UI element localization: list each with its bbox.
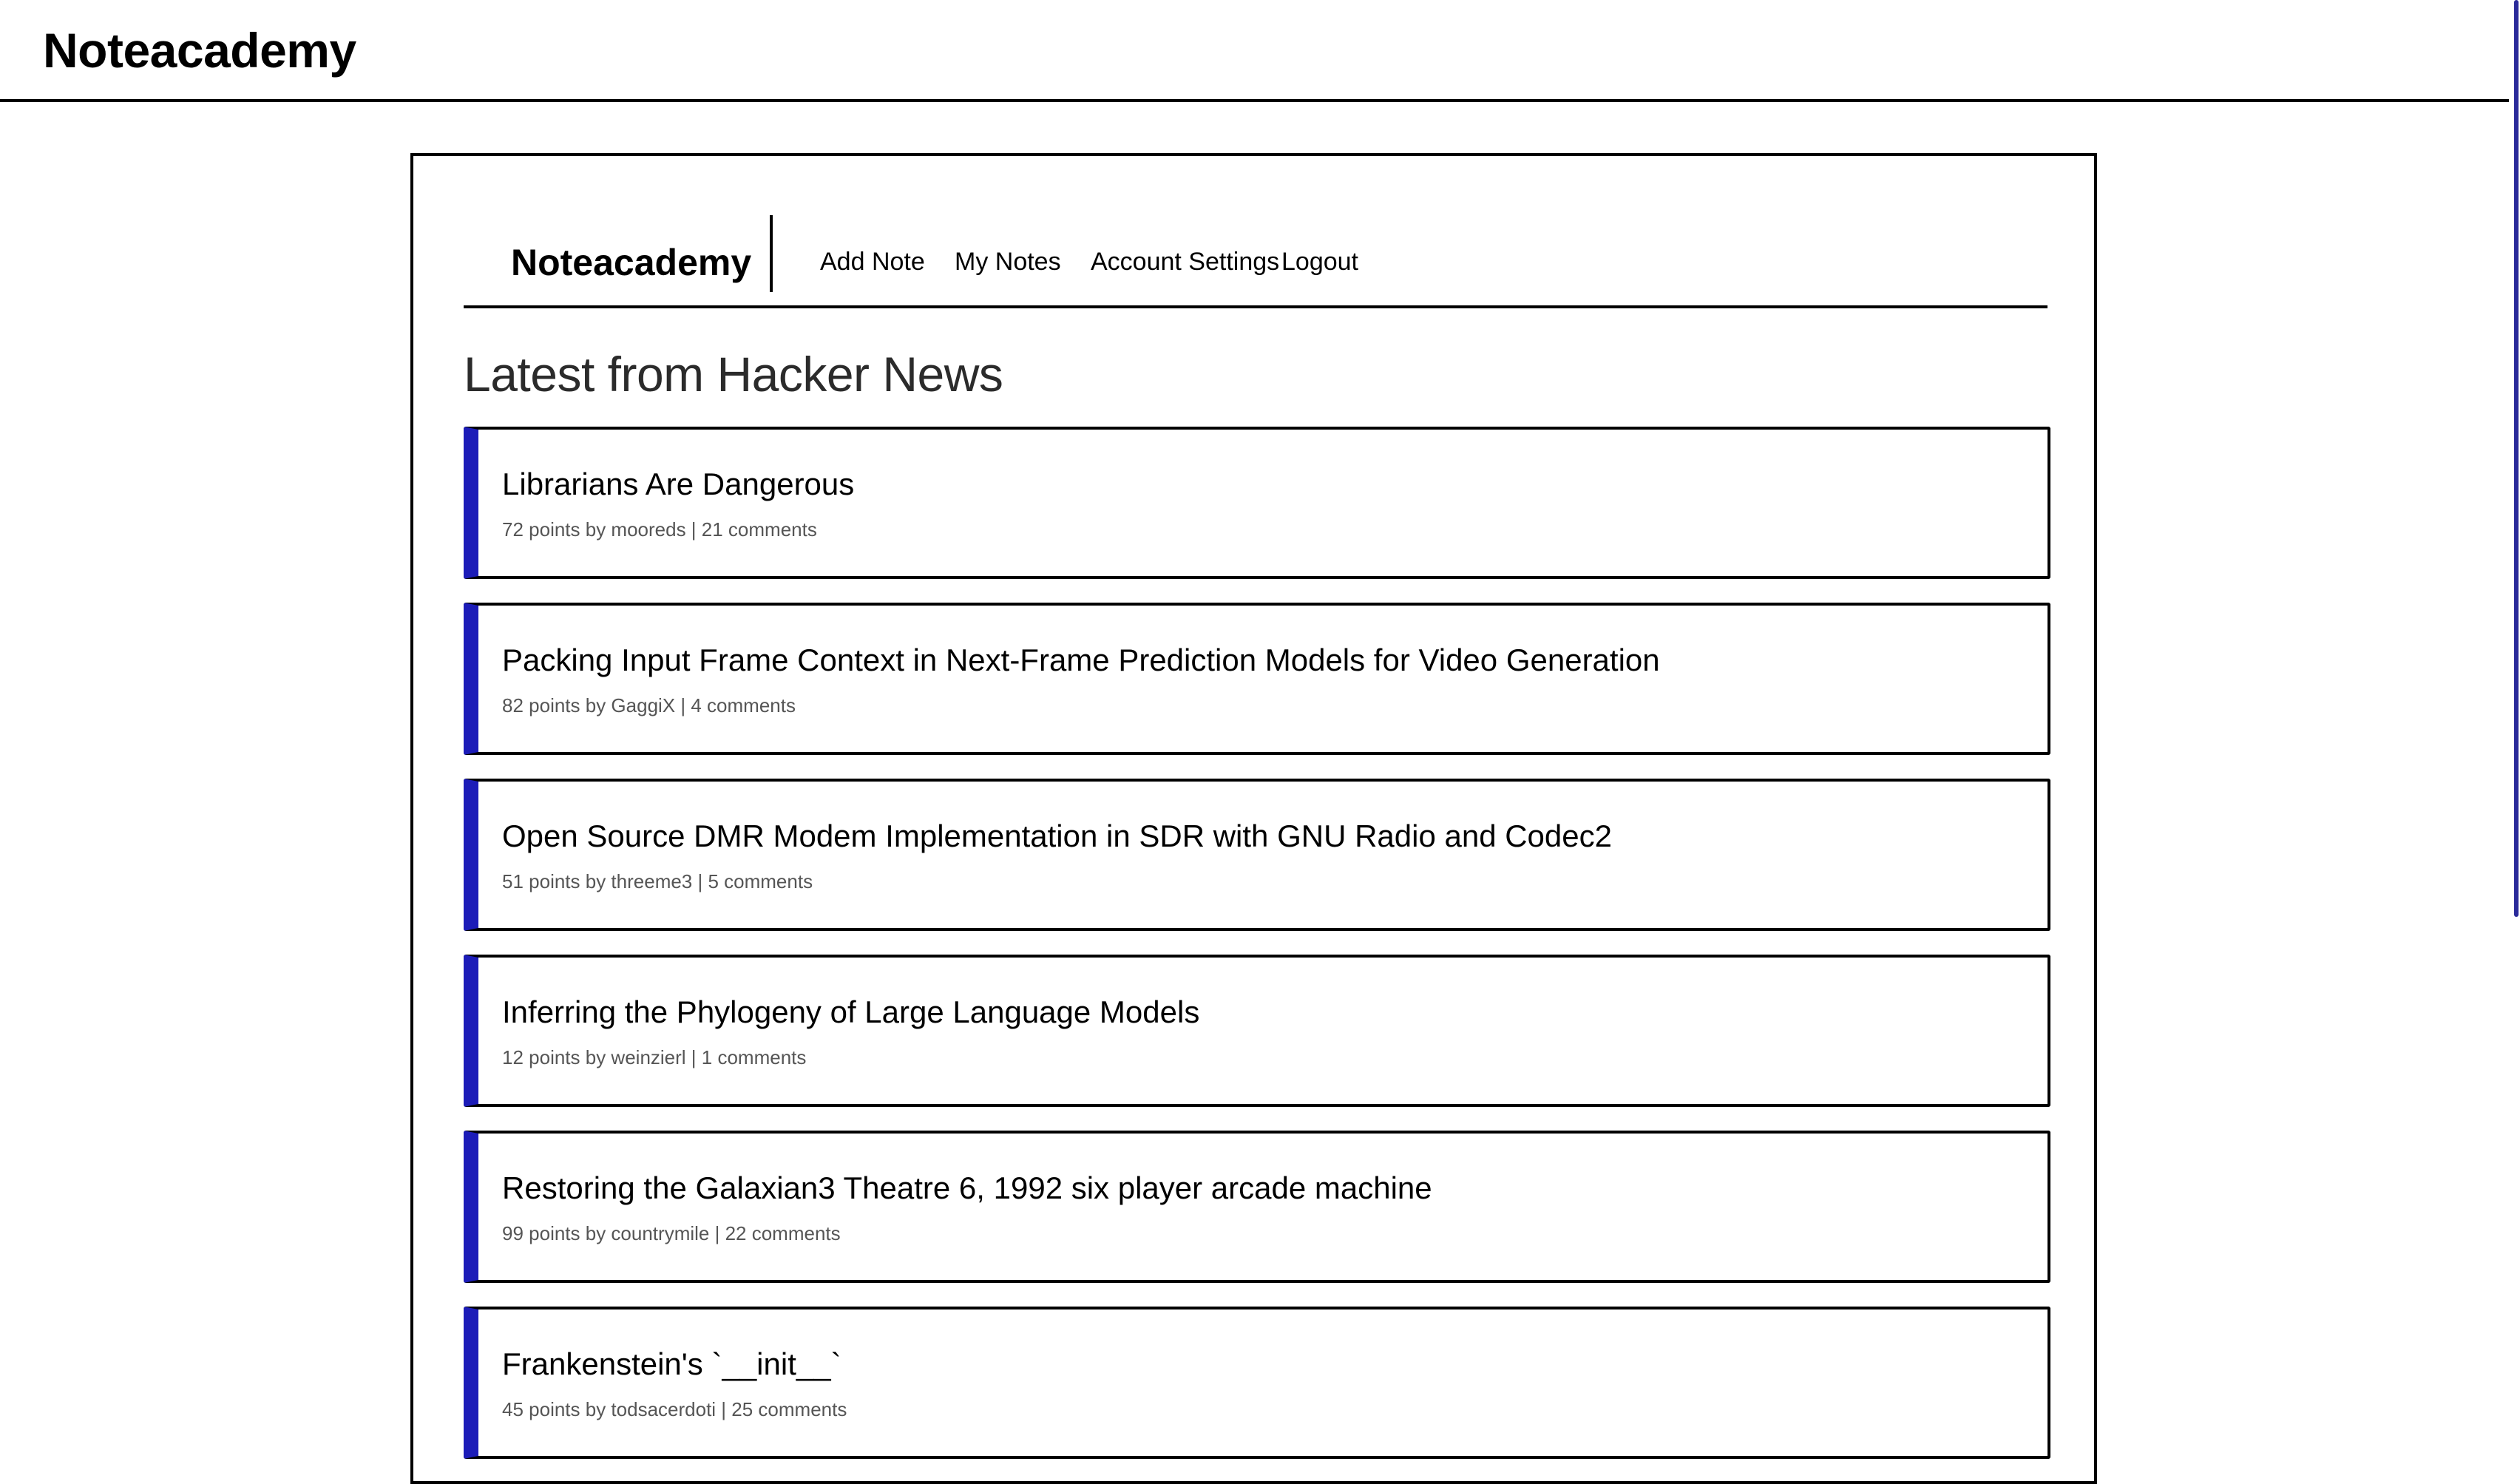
- story-title[interactable]: Librarians Are Dangerous: [502, 465, 854, 504]
- story-card[interactable]: Packing Input Frame Context in Next-Fram…: [464, 603, 2050, 755]
- story-meta: 99 points by countrymile | 22 comments: [502, 1222, 841, 1244]
- nav-brand[interactable]: Noteacademy: [511, 240, 751, 285]
- story-meta: 12 points by weinzierl | 1 comments: [502, 1046, 807, 1068]
- scrollbar[interactable]: [2509, 0, 2520, 1436]
- story-title[interactable]: Restoring the Galaxian3 Theatre 6, 1992 …: [502, 1169, 1432, 1207]
- page-heading: Latest from Hacker News: [464, 347, 1003, 402]
- site-title[interactable]: Noteacademy: [43, 21, 356, 80]
- story-card[interactable]: Restoring the Galaxian3 Theatre 6, 1992 …: [464, 1131, 2050, 1283]
- story-card[interactable]: Open Source DMR Modem Implementation in …: [464, 779, 2050, 931]
- nav-divider: [770, 215, 773, 292]
- content-panel: Noteacademy Add Note My Notes Account Se…: [410, 153, 2097, 1484]
- story-title[interactable]: Packing Input Frame Context in Next-Fram…: [502, 641, 1660, 680]
- story-meta: 51 points by threeme3 | 5 comments: [502, 870, 813, 892]
- story-card[interactable]: Librarians Are Dangerous 72 points by mo…: [464, 427, 2050, 579]
- nav-link-logout[interactable]: Logout: [1281, 246, 1358, 277]
- story-meta: 45 points by todsacerdoti | 25 comments: [502, 1398, 847, 1420]
- nav-link-my-notes[interactable]: My Notes: [955, 246, 1061, 277]
- nav-link-account-settings[interactable]: Account Settings: [1091, 246, 1279, 277]
- story-list: Librarians Are Dangerous 72 points by mo…: [464, 427, 2050, 1483]
- top-header: Noteacademy: [0, 0, 2509, 102]
- story-title[interactable]: Frankenstein's `__init__`: [502, 1345, 841, 1383]
- story-meta: 82 points by GaggiX | 4 comments: [502, 694, 796, 716]
- scrollbar-thumb[interactable]: [2514, 0, 2519, 917]
- story-card[interactable]: Frankenstein's `__init__` 45 points by t…: [464, 1307, 2050, 1459]
- story-title[interactable]: Open Source DMR Modem Implementation in …: [502, 817, 1612, 855]
- navbar: Noteacademy Add Note My Notes Account Se…: [464, 215, 2048, 308]
- story-meta: 72 points by mooreds | 21 comments: [502, 518, 817, 541]
- story-title[interactable]: Inferring the Phylogeny of Large Languag…: [502, 993, 1199, 1031]
- story-card[interactable]: Inferring the Phylogeny of Large Languag…: [464, 955, 2050, 1107]
- nav-link-add-note[interactable]: Add Note: [820, 246, 925, 277]
